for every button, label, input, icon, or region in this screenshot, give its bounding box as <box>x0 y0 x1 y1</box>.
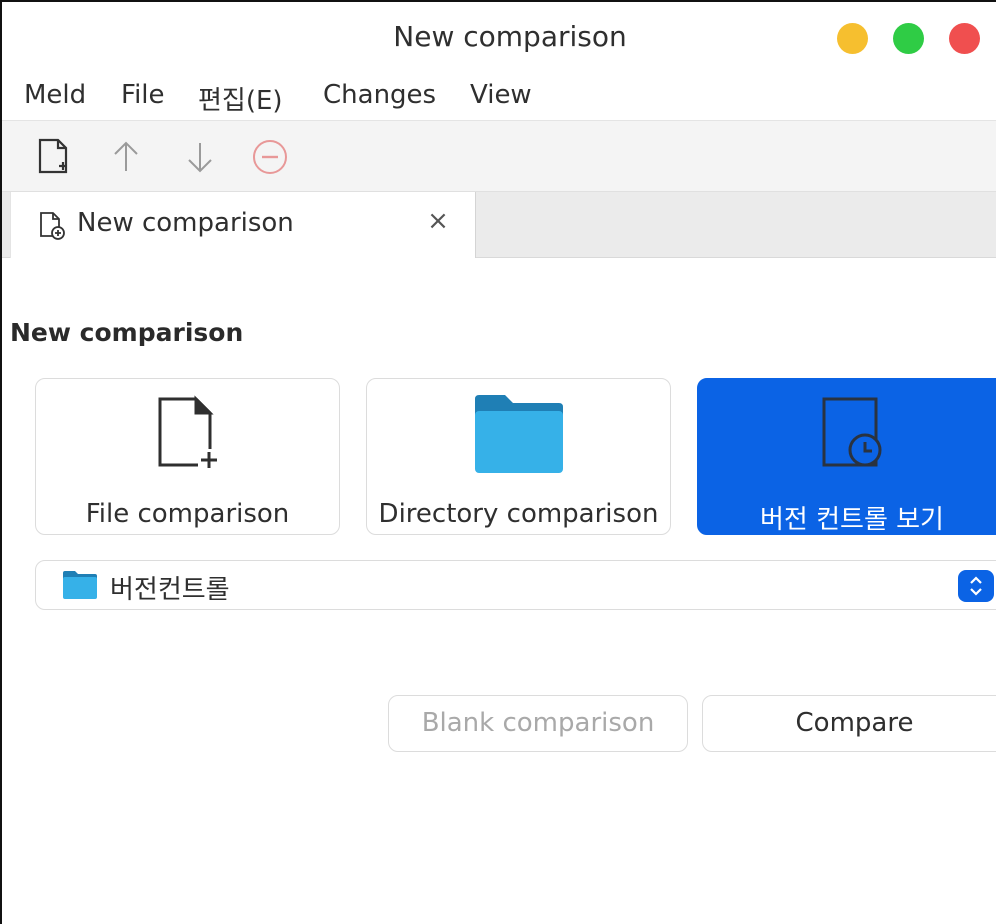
file-comparison-card[interactable]: File comparison <box>35 378 340 535</box>
menu-changes[interactable]: Changes <box>323 80 436 110</box>
stop-button[interactable] <box>248 135 292 179</box>
version-control-card[interactable]: 버전 컨트롤 보기 <box>697 378 996 535</box>
new-file-icon <box>158 395 220 471</box>
blank-comparison-button[interactable]: Blank comparison <box>388 695 688 752</box>
card-label: File comparison <box>85 499 290 529</box>
stop-icon <box>253 140 287 174</box>
tab-strip: New comparison × <box>2 192 996 258</box>
folder-icon <box>63 571 97 599</box>
card-label: Directory comparison <box>378 499 659 529</box>
arrow-down-icon <box>188 143 212 173</box>
new-document-icon <box>38 138 68 174</box>
folder-icon <box>474 395 563 473</box>
menu-meld[interactable]: Meld <box>24 80 86 110</box>
new-comparison-button[interactable] <box>32 135 76 179</box>
menu-view[interactable]: View <box>470 80 532 110</box>
chooser-value: 버전컨트롤 <box>110 575 230 605</box>
tab-close-button[interactable]: × <box>423 206 453 236</box>
menu-edit[interactable]: 편집(E) <box>198 80 283 117</box>
menu-bar: Meld File 편집(E) Changes View <box>2 70 996 120</box>
minimize-button[interactable] <box>837 23 868 54</box>
tab-new-comparison[interactable]: New comparison × <box>10 192 476 258</box>
meld-window: New comparison Meld File 편집(E) Changes V… <box>0 0 996 924</box>
new-document-icon <box>40 212 65 240</box>
version-control-chooser[interactable]: 버전컨트롤 <box>35 560 996 610</box>
maximize-button[interactable] <box>893 23 924 54</box>
next-change-button[interactable] <box>178 135 222 179</box>
compare-button[interactable]: Compare <box>702 695 996 752</box>
title-bar: New comparison <box>2 2 996 70</box>
version-control-icon <box>822 397 882 467</box>
toolbar <box>2 120 996 192</box>
chevron-updown-icon <box>970 576 982 596</box>
close-window-button[interactable] <box>949 23 980 54</box>
menu-file[interactable]: File <box>121 80 165 110</box>
previous-change-button[interactable] <box>104 135 148 179</box>
card-label: 버전 컨트롤 보기 <box>760 505 944 535</box>
arrow-up-icon <box>114 141 138 171</box>
chooser-dropdown-button[interactable] <box>958 570 994 602</box>
tab-label: New comparison <box>77 208 294 238</box>
directory-comparison-card[interactable]: Directory comparison <box>366 378 671 535</box>
section-heading: New comparison <box>10 318 244 347</box>
